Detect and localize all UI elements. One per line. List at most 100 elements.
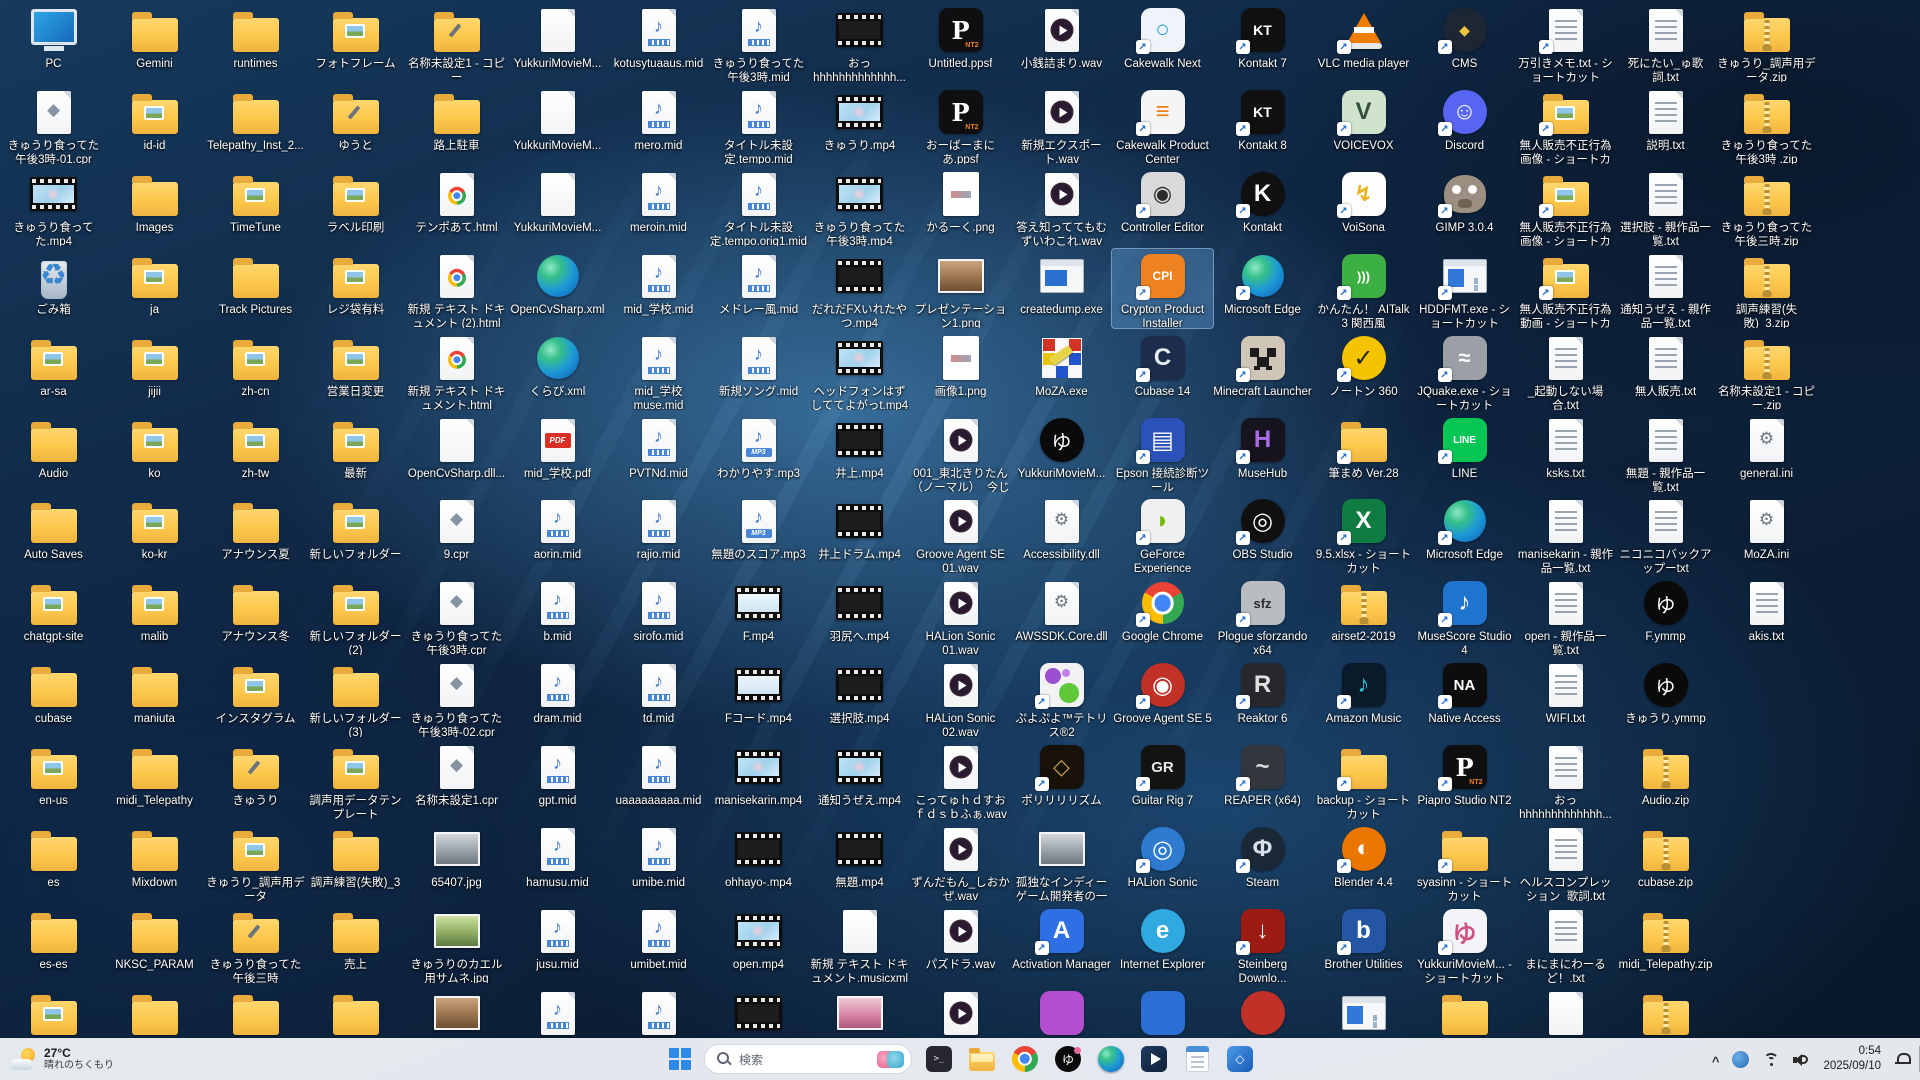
desktop-icon[interactable]: A ↗ Activation Manager [1011, 904, 1112, 983]
desktop-icon[interactable] [104, 986, 205, 1038]
desktop-icon[interactable]: ↗ HDDFMT.exe - ショートカット [1414, 249, 1515, 328]
wifi-icon[interactable] [1762, 1052, 1780, 1067]
desktop-icon[interactable]: PDF mid_学校.pdf [507, 413, 608, 492]
desktop-icon[interactable] [305, 986, 406, 1038]
desktop-icon[interactable]: jijii [104, 331, 205, 410]
weather-widget[interactable]: 27°C 晴れのちくもり [10, 1038, 114, 1080]
desktop-icon[interactable]: ♪ hamusu.mid [507, 822, 608, 901]
desktop-icon[interactable]: 新規エクスポート.wav [1011, 85, 1112, 164]
desktop-icon[interactable]: きゅうり食ってた午後3時.mp4 [809, 167, 910, 246]
desktop-icon[interactable]: 路上駐車 [406, 85, 507, 164]
desktop-icon[interactable]: ♪ meroin.mid [608, 167, 709, 246]
desktop-icon[interactable]: アナウンス冬 [205, 576, 306, 655]
desktop-icon[interactable]: 65407.jpg [406, 822, 507, 901]
desktop-icon[interactable]: ゆ F.ymmp [1615, 576, 1716, 655]
desktop-icon[interactable]: CPI ↗ Crypton Product Installer [1111, 248, 1214, 329]
tray-status-icon[interactable] [1732, 1050, 1750, 1068]
desktop-icon[interactable]: P Untitled.ppsf [910, 3, 1011, 82]
desktop-icon[interactable]: プレゼンテーション1.png [910, 249, 1011, 328]
desktop-icon[interactable]: ♪ MP3 わかりやす.mp3 [708, 413, 809, 492]
desktop-icon[interactable]: ◆ きゅうり食ってた午後3時-02.cpr [406, 658, 507, 737]
desktop-icon[interactable]: Audio.zip [1615, 740, 1716, 819]
desktop-icon[interactable]: HALion Sonic 02.wav [910, 658, 1011, 737]
desktop-icon[interactable]: GR ↗ Guitar Rig 7 [1112, 740, 1213, 819]
desktop-icon[interactable]: 名称未設定1 - コピー.zip [1716, 331, 1817, 410]
desktop-icon[interactable]: id-id [104, 85, 205, 164]
desktop-icon[interactable]: ↗ ぷよぷよ™テトリス®2 [1011, 658, 1112, 737]
desktop-icon[interactable]: ko-kr [104, 494, 205, 573]
desktop-icon[interactable]: PC [3, 3, 104, 82]
desktop-icon[interactable]: 井上.mp4 [809, 413, 910, 492]
desktop-icon[interactable] [910, 986, 1011, 1038]
desktop-icon[interactable]: ♪ mero.mid [608, 85, 709, 164]
desktop-icon[interactable]: ヘルスコンプレッション_歌詞.txt [1515, 822, 1616, 901]
desktop-icon[interactable]: F.mp4 [708, 576, 809, 655]
desktop-icon[interactable]: chatgpt-site [3, 576, 104, 655]
desktop-icon[interactable]: YukkuriMovieM... [507, 167, 608, 246]
desktop-icon[interactable]: ↗ 無人販売不正行為画像 - ショートカッ... [1515, 85, 1616, 164]
desktop-icon[interactable]: ↗ VLC media player [1313, 3, 1414, 82]
desktop-icon[interactable]: ohhayo-.mp4 [708, 822, 809, 901]
desktop-icon[interactable]: きゅうり [205, 740, 306, 819]
desktop-icon[interactable]: ◉ ↗ Groove Agent SE 5 [1112, 658, 1213, 737]
desktop-icon[interactable]: YukkuriMovieM... [507, 3, 608, 82]
desktop-icon[interactable]: midi_Telepathy.zip [1615, 904, 1716, 983]
desktop-icon[interactable]: Audio [3, 413, 104, 492]
desktop-icon[interactable]: おっhhhhhhhhhhhhh... [1515, 740, 1616, 819]
desktop-icon[interactable]: 選択肢 - 親作品一覧.txt [1615, 167, 1716, 246]
taskbar-icon-notepad[interactable] [1180, 1042, 1214, 1076]
desktop-icon[interactable]: こってゅｈｄすおｆｄｓｂふぁ.wav [910, 740, 1011, 819]
desktop-icon[interactable]: ⚙ Accessibility.dll [1011, 494, 1112, 573]
desktop-icon[interactable]: OpenCvSharp.xml [507, 249, 608, 328]
desktop-icon[interactable]: K ↗ Kontakt [1212, 167, 1313, 246]
desktop-icon[interactable]: きゅうり食ってた.mp4 [3, 167, 104, 246]
tray-overflow-chevron-icon[interactable]: ^ [1712, 1054, 1720, 1069]
desktop-icon[interactable]: ◎ ↗ HALion Sonic [1112, 822, 1213, 901]
desktop-icon[interactable]: ↗ GIMP 3.0.4 [1414, 167, 1515, 246]
desktop-icon[interactable]: ◆ 名称未設定1.cpr [406, 740, 507, 819]
desktop-icon[interactable]: ↗ Microsoft Edge [1212, 249, 1313, 328]
desktop-icon[interactable]: cubase [3, 658, 104, 737]
desktop-icon[interactable]: YukkuriMovieM... [507, 85, 608, 164]
desktop-icon[interactable]: Auto Saves [3, 494, 104, 573]
desktop-icon[interactable]: ↗ 万引きメモ.txt - ショートカット [1515, 3, 1616, 82]
desktop-icon[interactable]: ♪ gpt.mid [507, 740, 608, 819]
desktop-icon[interactable]: ♪ ↗ MuseScore Studio 4 [1414, 576, 1515, 655]
desktop-icon[interactable]: 調声練習(失敗)_3.zip [1716, 249, 1817, 328]
desktop-icon[interactable]: Mixdown [104, 822, 205, 901]
desktop-icon[interactable]: MoZA.exe [1011, 331, 1112, 410]
desktop-icon[interactable]: 選択肢.mp4 [809, 658, 910, 737]
desktop-icon[interactable]: ⚙ general.ini [1716, 413, 1817, 492]
desktop-icon[interactable] [1011, 986, 1112, 1038]
desktop-icon[interactable]: ゆうと [305, 85, 406, 164]
desktop-icon[interactable]: ♪ b.mid [507, 576, 608, 655]
desktop-icon[interactable]: ♪ [608, 986, 709, 1038]
desktop-icon[interactable]: akis.txt [1716, 576, 1817, 655]
desktop-icon[interactable]: airset2-2019 [1313, 576, 1414, 655]
desktop-icon[interactable]: ◆ きゅうり食ってた午後3時-01.cpr [3, 85, 104, 164]
desktop-icon[interactable]: maniuta [104, 658, 205, 737]
desktop-icon[interactable]: es [3, 822, 104, 901]
desktop-icon[interactable]: 無題.mp4 [809, 822, 910, 901]
desktop-icon[interactable]: ↗ Google Chrome [1112, 576, 1213, 655]
desktop-icon[interactable]: 無人販売.txt [1615, 331, 1716, 410]
desktop-icon[interactable]: X ↗ 9.5.xlsx - ショートカット [1313, 494, 1414, 573]
taskbar-icon-media-player[interactable] [1137, 1042, 1171, 1076]
desktop-icon[interactable]: ↗ Minecraft Launcher [1212, 331, 1313, 410]
desktop-icon[interactable]: Fコード.mp4 [708, 658, 809, 737]
desktop-icon[interactable]: NKSC_PARAM [104, 904, 205, 983]
notification-bell-icon[interactable] [1894, 1051, 1911, 1067]
desktop-icon[interactable]: ksks.txt [1515, 413, 1616, 492]
desktop-icon[interactable]: ↗ 無人販売不正行為動画 - ショートカット [1515, 249, 1616, 328]
desktop-icon[interactable]: sfz ↗ Plogue sforzando x64 [1212, 576, 1313, 655]
desktop-icon[interactable]: ◐ ↗ Blender 4.4 [1313, 822, 1414, 901]
desktop-icon[interactable]: manisekarin - 親作品一覧.txt [1515, 494, 1616, 573]
desktop-icon[interactable]: アナウンス夏 [205, 494, 306, 573]
desktop-icon[interactable]: OpenCvSharp.dll... [406, 413, 507, 492]
desktop-icon[interactable]: ◆ ↗ CMS [1414, 3, 1515, 82]
taskbar-icon-microsoft-edge[interactable] [1094, 1042, 1128, 1076]
desktop-icon[interactable]: ◆ 9.cpr [406, 494, 507, 573]
start-button[interactable] [663, 1042, 697, 1076]
desktop-icon[interactable]: ♪ ↗ Amazon Music [1313, 658, 1414, 737]
desktop-icon[interactable]: ゆ YukkuriMovieM... [1011, 413, 1112, 492]
